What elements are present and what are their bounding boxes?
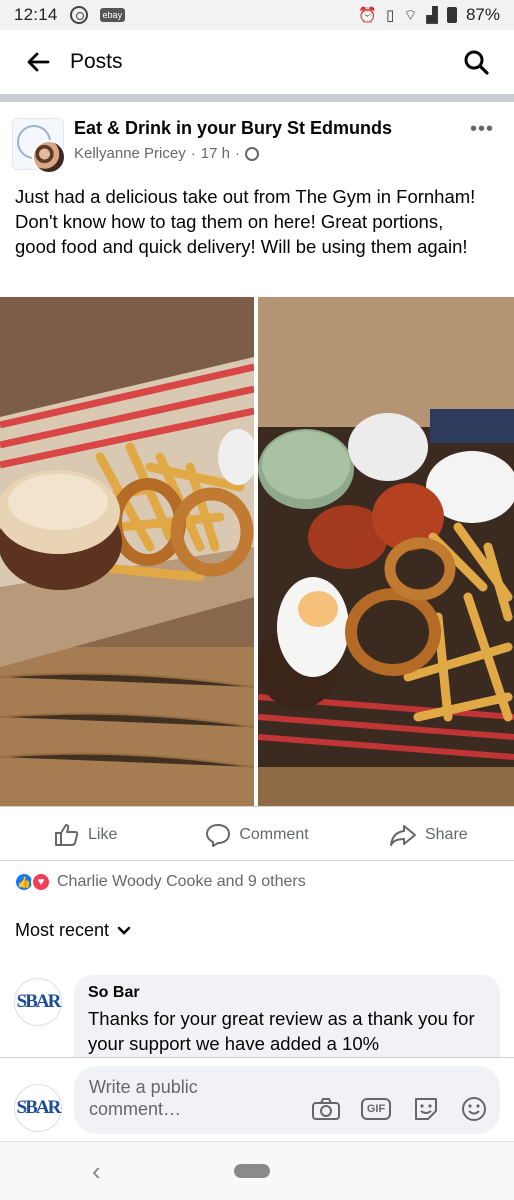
- nav-home-pill[interactable]: [234, 1164, 270, 1178]
- post-photo[interactable]: [0, 297, 254, 806]
- alarm-icon: ⏰: [358, 7, 378, 24]
- post-time[interactable]: 17 h: [201, 145, 230, 162]
- more-options-icon[interactable]: •••: [470, 118, 494, 141]
- gif-label: GIF: [361, 1098, 391, 1120]
- back-arrow-icon: [27, 52, 50, 72]
- grill-photo-illustration: [258, 297, 514, 806]
- author-name[interactable]: Kellyanne Pricey: [74, 145, 186, 162]
- comment-sort-dropdown[interactable]: Most recent: [15, 920, 131, 941]
- reactions-text: Charlie Woody Cooke and 9 others: [57, 873, 306, 890]
- share-button[interactable]: Share: [343, 823, 514, 847]
- burger-photo-illustration: [0, 297, 254, 806]
- composer-avatar: SBAR: [14, 1084, 62, 1132]
- battery-icon: [446, 7, 457, 23]
- wifi-icon: ⌔: [403, 6, 418, 24]
- commenter-name[interactable]: So Bar: [88, 984, 486, 1002]
- commenter-avatar[interactable]: SBAR: [14, 978, 62, 1026]
- post-body: Just had a delicious take out from The G…: [15, 186, 476, 257]
- like-label: Like: [87, 826, 118, 843]
- divider: [0, 806, 514, 807]
- battery-level: 87%: [465, 5, 500, 24]
- post-photos: [0, 297, 514, 806]
- top-app-bar: Posts: [0, 30, 514, 94]
- meta-separator: ·: [190, 145, 196, 162]
- nav-back-icon[interactable]: ‹: [92, 1156, 101, 1187]
- meta-separator: ·: [234, 145, 240, 162]
- post-actions: Like Comment Share: [0, 812, 514, 858]
- back-button[interactable]: [18, 42, 58, 82]
- ebay-notification-icon: ebay: [99, 8, 126, 22]
- post-meta: Kellyanne Pricey · 17 h ·: [74, 145, 259, 162]
- divider: [0, 860, 514, 861]
- share-icon: [389, 825, 416, 846]
- comment-text: Thanks for your great review as a thank …: [88, 1008, 475, 1054]
- page-title: Posts: [70, 50, 123, 73]
- camera-icon[interactable]: [310, 1094, 342, 1124]
- vibrate-icon: ▯: [386, 7, 395, 24]
- love-reaction-icon: ♥: [31, 872, 51, 892]
- comment-input-placeholder: Write a public comment…: [89, 1077, 198, 1119]
- post-photo[interactable]: [258, 297, 514, 806]
- like-button[interactable]: Like: [0, 823, 171, 847]
- sticker-icon[interactable]: [410, 1094, 442, 1124]
- group-name[interactable]: Eat & Drink in your Bury St Edmunds: [74, 118, 392, 139]
- comment-bubble[interactable]: So Bar Thanks for your great review as a…: [74, 975, 500, 1057]
- search-button[interactable]: [456, 42, 496, 82]
- author-avatar[interactable]: [32, 140, 66, 174]
- sort-label: Most recent: [15, 920, 110, 940]
- signal-icon: ▟: [426, 7, 438, 24]
- chrome-icon: [69, 6, 88, 24]
- comment-button[interactable]: Comment: [171, 823, 342, 847]
- gif-icon[interactable]: GIF: [360, 1094, 392, 1124]
- emoji-icon[interactable]: [458, 1094, 490, 1124]
- comment-label: Comment: [239, 826, 309, 843]
- post-header: Eat & Drink in your Bury St Edmunds Kell…: [0, 110, 514, 176]
- comment-icon: [206, 824, 231, 847]
- thumbs-up-icon: [54, 824, 79, 846]
- share-label: Share: [424, 826, 468, 843]
- status-time: 12:14: [14, 5, 58, 24]
- chevron-down-icon: [117, 926, 131, 935]
- reactions-summary[interactable]: 👍 ♥ Charlie Woody Cooke and 9 others: [14, 872, 306, 892]
- status-bar: 12:14 ebay ⏰ ▯ ⌔ ▟ 87%: [0, 0, 514, 30]
- section-separator: [0, 94, 514, 102]
- system-navigation-bar: ‹: [0, 1141, 514, 1200]
- globe-icon: [244, 146, 259, 161]
- comment-composer: SBAR Write a public comment… GIF: [0, 1057, 514, 1141]
- search-icon: [464, 50, 489, 75]
